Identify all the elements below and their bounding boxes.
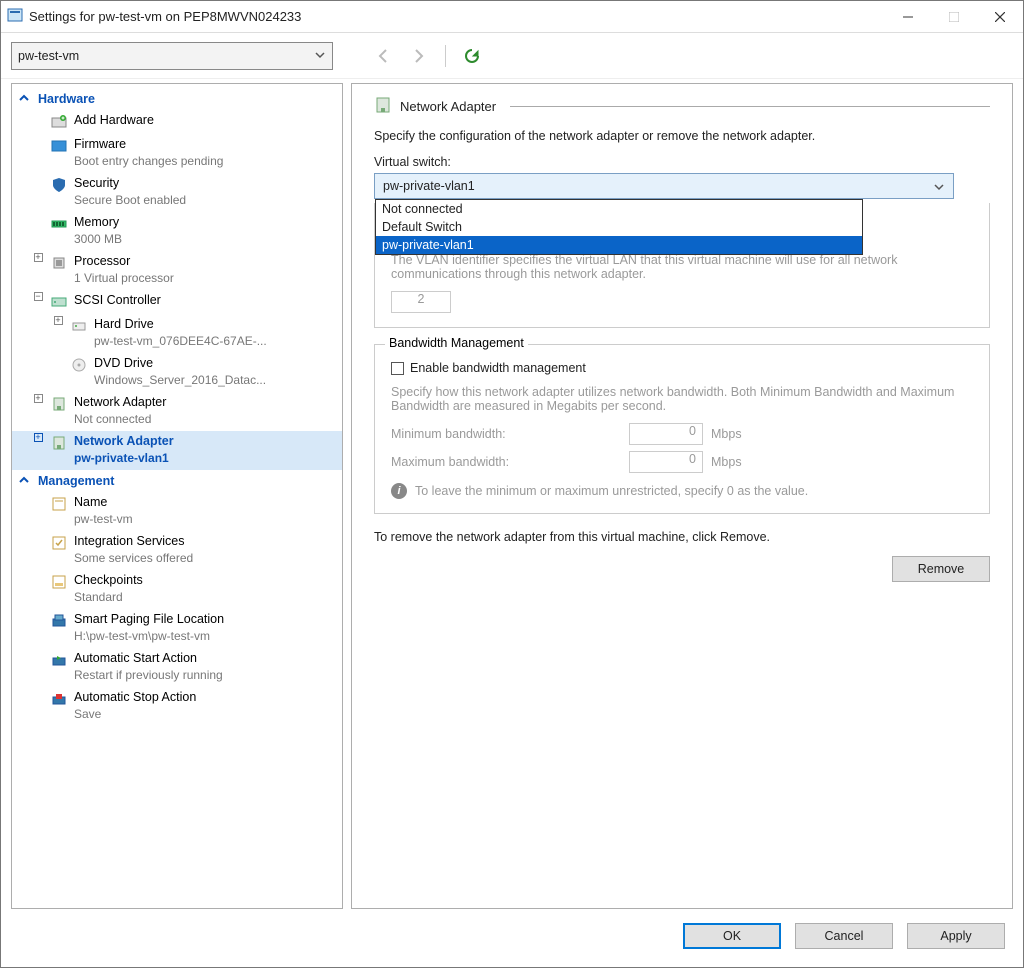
- vlan-id-input[interactable]: 2: [391, 291, 451, 313]
- section-hardware-label: Hardware: [38, 92, 95, 106]
- section-hardware[interactable]: Hardware: [12, 88, 342, 110]
- ok-button[interactable]: OK: [683, 923, 781, 949]
- enable-bandwidth-label: Enable bandwidth management: [410, 361, 586, 375]
- dvd-icon: [70, 355, 88, 373]
- expand-icon[interactable]: +: [34, 253, 43, 262]
- tree-item-hard-drive[interactable]: + Hard Drive pw-test-vm_076DEE4C-67AE-..…: [12, 314, 342, 353]
- virtual-switch-dropdown[interactable]: pw-private-vlan1 Not connected Default S…: [374, 173, 954, 199]
- cpu-icon: [50, 253, 68, 271]
- tree-item-smart-paging[interactable]: Smart Paging File Location H:\pw-test-vm…: [12, 609, 342, 648]
- chevron-down-icon: [933, 181, 945, 196]
- virtual-switch-label: Virtual switch:: [374, 155, 990, 169]
- vlan-description: The VLAN identifier specifies the virtua…: [391, 253, 973, 281]
- virtual-switch-value: pw-private-vlan1: [383, 179, 475, 193]
- scsi-icon: [50, 292, 68, 310]
- tree-item-security[interactable]: Security Secure Boot enabled: [12, 173, 342, 212]
- bandwidth-description: Specify how this network adapter utilize…: [391, 385, 973, 413]
- paging-icon: [50, 611, 68, 629]
- tree-item-name[interactable]: Name pw-test-vm: [12, 492, 342, 531]
- max-bandwidth-label: Maximum bandwidth:: [391, 455, 621, 469]
- panel-description: Specify the configuration of the network…: [374, 129, 990, 143]
- expand-icon[interactable]: +: [34, 433, 43, 442]
- titlebar: Settings for pw-test-vm on PEP8MWVN02423…: [1, 1, 1023, 33]
- tree-item-network-adapter-2[interactable]: + Network Adapter pw-private-vlan1: [12, 431, 342, 470]
- app-icon: [7, 7, 23, 26]
- expand-icon[interactable]: +: [54, 316, 63, 325]
- firmware-icon: [50, 136, 68, 154]
- nav-back-button[interactable]: [369, 42, 397, 70]
- remove-button[interactable]: Remove: [892, 556, 990, 582]
- hard-drive-icon: [70, 316, 88, 334]
- network-adapter-icon: [50, 433, 68, 451]
- section-management[interactable]: Management: [12, 470, 342, 492]
- memory-icon: [50, 214, 68, 232]
- tree-item-dvd-drive[interactable]: DVD Drive Windows_Server_2016_Datac...: [12, 353, 342, 392]
- integration-icon: [50, 533, 68, 551]
- settings-window: Settings for pw-test-vm on PEP8MWVN02423…: [0, 0, 1024, 968]
- chevron-up-icon: [18, 474, 32, 488]
- auto-stop-icon: [50, 689, 68, 707]
- network-adapter-icon: [50, 394, 68, 412]
- refresh-button[interactable]: [458, 42, 486, 70]
- main-content: Hardware Add Hardware Firmware Boot entr…: [1, 79, 1023, 917]
- tree-item-processor[interactable]: + Processor 1 Virtual processor: [12, 251, 342, 290]
- max-bandwidth-input[interactable]: 0: [629, 451, 703, 473]
- close-button[interactable]: [977, 1, 1023, 33]
- add-hardware-icon: [50, 112, 68, 130]
- min-bandwidth-label: Minimum bandwidth:: [391, 427, 621, 441]
- tree-item-firmware[interactable]: Firmware Boot entry changes pending: [12, 134, 342, 173]
- detail-panel: Network Adapter Specify the configuratio…: [351, 83, 1013, 909]
- minimize-button[interactable]: [885, 1, 931, 33]
- bandwidth-group: Bandwidth Management Enable bandwidth ma…: [374, 344, 990, 514]
- vm-selector-dropdown[interactable]: pw-test-vm: [11, 42, 333, 70]
- divider: [510, 106, 990, 107]
- tree-item-auto-start[interactable]: Automatic Start Action Restart if previo…: [12, 648, 342, 687]
- panel-title: Network Adapter: [400, 99, 496, 114]
- section-management-label: Management: [38, 474, 114, 488]
- chevron-down-icon: [314, 49, 326, 64]
- tree-item-add-hardware[interactable]: Add Hardware: [12, 110, 342, 134]
- collapse-icon[interactable]: −: [34, 292, 43, 301]
- bandwidth-info: To leave the minimum or maximum unrestri…: [415, 484, 808, 498]
- toolbar: pw-test-vm: [1, 33, 1023, 79]
- info-icon: i: [391, 483, 407, 499]
- tree-item-auto-stop[interactable]: Automatic Stop Action Save: [12, 687, 342, 726]
- option-not-connected[interactable]: Not connected: [376, 200, 862, 218]
- maximize-button[interactable]: [931, 1, 977, 33]
- cancel-button[interactable]: Cancel: [795, 923, 893, 949]
- nav-forward-button[interactable]: [405, 42, 433, 70]
- tree-item-integration[interactable]: Integration Services Some services offer…: [12, 531, 342, 570]
- tree-item-checkpoints[interactable]: Checkpoints Standard: [12, 570, 342, 609]
- auto-start-icon: [50, 650, 68, 668]
- bandwidth-legend: Bandwidth Management: [385, 336, 528, 350]
- network-adapter-icon: [374, 96, 392, 117]
- window-title: Settings for pw-test-vm on PEP8MWVN02423…: [29, 9, 301, 24]
- option-pw-private-vlan1[interactable]: pw-private-vlan1: [376, 236, 862, 254]
- enable-bandwidth-checkbox[interactable]: [391, 362, 404, 375]
- shield-icon: [50, 175, 68, 193]
- vm-selector-value: pw-test-vm: [18, 49, 79, 63]
- tree-item-memory[interactable]: Memory 3000 MB: [12, 212, 342, 251]
- remove-description: To remove the network adapter from this …: [374, 530, 990, 544]
- apply-button[interactable]: Apply: [907, 923, 1005, 949]
- checkpoints-icon: [50, 572, 68, 590]
- dialog-buttons: OK Cancel Apply: [1, 917, 1023, 967]
- tree-item-network-adapter-1[interactable]: + Network Adapter Not connected: [12, 392, 342, 431]
- name-icon: [50, 494, 68, 512]
- virtual-switch-options: Not connected Default Switch pw-private-…: [375, 199, 863, 255]
- bandwidth-unit: Mbps: [711, 455, 742, 469]
- category-tree[interactable]: Hardware Add Hardware Firmware Boot entr…: [11, 83, 343, 909]
- chevron-up-icon: [18, 92, 32, 106]
- option-default-switch[interactable]: Default Switch: [376, 218, 862, 236]
- bandwidth-unit: Mbps: [711, 427, 742, 441]
- min-bandwidth-input[interactable]: 0: [629, 423, 703, 445]
- tree-item-scsi[interactable]: − SCSI Controller: [12, 290, 342, 314]
- expand-icon[interactable]: +: [34, 394, 43, 403]
